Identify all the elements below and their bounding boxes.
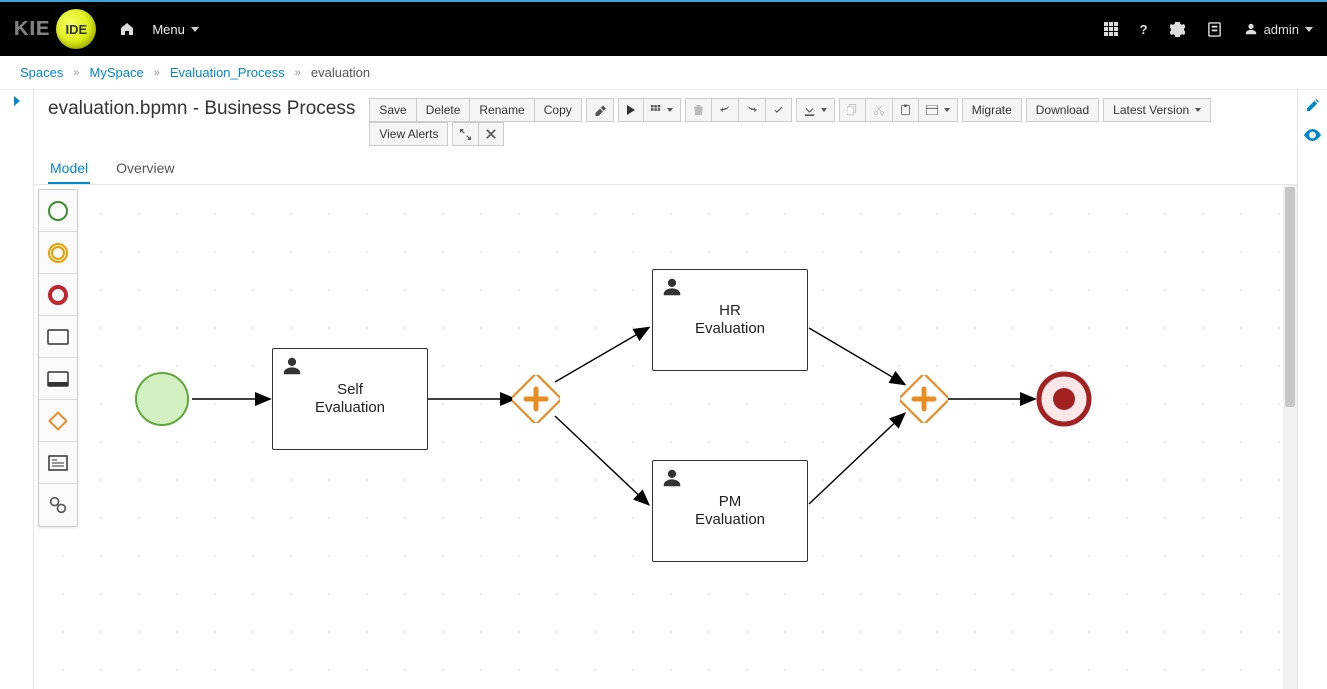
user-menu[interactable]: admin [1244, 22, 1313, 37]
canvas-scrollbar[interactable] [1283, 185, 1297, 689]
expand-explorer-icon[interactable] [12, 96, 22, 689]
breadcrumb-link[interactable]: Spaces [20, 65, 63, 80]
server-icon[interactable] [1207, 22, 1222, 37]
palette-intermediate-event[interactable] [39, 232, 77, 274]
palette-start-event[interactable] [39, 190, 77, 232]
breadcrumb-link[interactable]: Evaluation_Process [170, 65, 285, 80]
task-hr-evaluation[interactable]: HR Evaluation [652, 269, 808, 371]
edit-icon[interactable] [1305, 98, 1320, 113]
task-label: HR Evaluation [653, 270, 807, 370]
task-pm-evaluation[interactable]: PM Evaluation [652, 460, 808, 562]
grid-dropdown-icon[interactable] [644, 98, 681, 122]
close-icon[interactable] [479, 122, 504, 146]
undo-icon[interactable] [712, 98, 739, 122]
layout-dropdown-icon[interactable] [919, 98, 958, 122]
palette-subprocess[interactable] [39, 358, 77, 400]
end-event-node[interactable] [1036, 371, 1092, 427]
migrate-button[interactable]: Migrate [962, 98, 1022, 122]
trash-icon[interactable] [685, 98, 712, 122]
copy-icon[interactable] [839, 98, 866, 122]
task-label: PM Evaluation [653, 461, 807, 561]
save-button[interactable]: Save [369, 98, 416, 122]
parallel-gateway-join[interactable] [900, 375, 948, 423]
delete-button[interactable]: Delete [417, 98, 471, 122]
palette-gateway[interactable] [39, 400, 77, 442]
breadcrumb-current: evaluation [311, 65, 370, 80]
menu-dropdown[interactable]: Menu [152, 22, 199, 37]
task-self-evaluation[interactable]: Self Evaluation [272, 348, 428, 450]
latest-version-dropdown[interactable]: Latest Version [1103, 98, 1211, 122]
breadcrumb: Spaces » MySpace » Evaluation_Process » … [0, 56, 1327, 90]
user-icon [1244, 22, 1258, 36]
diagram-edges [34, 185, 1297, 689]
file-title: evaluation.bpmn - Business Process [48, 98, 355, 120]
help-icon[interactable]: ? [1140, 22, 1148, 37]
brand: KIE IDE [14, 9, 96, 49]
task-label: Self Evaluation [273, 349, 427, 449]
menu-label: Menu [152, 22, 185, 37]
user-label: admin [1264, 22, 1299, 37]
editor-toolbar: Save Delete Rename Copy [365, 98, 1283, 146]
play-icon[interactable] [618, 98, 644, 122]
home-icon[interactable] [112, 21, 142, 37]
paste-icon[interactable] [893, 98, 919, 122]
tab-overview[interactable]: Overview [114, 154, 176, 184]
eye-icon[interactable] [1304, 129, 1321, 141]
left-gutter [0, 90, 34, 689]
palette-data-object[interactable] [39, 442, 77, 484]
chevron-down-icon [191, 27, 199, 32]
top-navbar: KIE IDE Menu ? admin [0, 2, 1327, 56]
bpmn-canvas[interactable]: Self Evaluation HR Evaluation [34, 185, 1297, 689]
brand-kie-text: KIE [14, 18, 50, 41]
download-button[interactable]: Download [1026, 98, 1099, 122]
apps-icon[interactable] [1104, 22, 1118, 36]
cut-icon[interactable] [866, 98, 893, 122]
right-gutter [1297, 90, 1327, 689]
chevron-down-icon [1305, 27, 1313, 32]
parallel-gateway-split[interactable] [512, 375, 560, 423]
palette-end-event[interactable] [39, 274, 77, 316]
start-event-node[interactable] [134, 371, 190, 427]
eraser-icon[interactable] [586, 98, 614, 122]
view-alerts-button[interactable]: View Alerts [369, 122, 448, 146]
breadcrumb-link[interactable]: MySpace [90, 65, 144, 80]
tab-model[interactable]: Model [48, 154, 90, 184]
rename-button[interactable]: Rename [470, 98, 534, 122]
brand-ide-badge: IDE [56, 9, 96, 49]
expand-icon[interactable] [452, 122, 479, 146]
bpmn-palette [38, 189, 78, 527]
redo-icon[interactable] [739, 98, 766, 122]
palette-task[interactable] [39, 316, 77, 358]
validate-icon[interactable] [766, 98, 792, 122]
settings-icon[interactable] [1170, 22, 1185, 37]
download-dropdown-icon[interactable] [796, 98, 835, 122]
palette-settings[interactable] [39, 484, 77, 526]
editor-tabs: Model Overview [34, 146, 1297, 185]
copy-button[interactable]: Copy [535, 98, 582, 122]
